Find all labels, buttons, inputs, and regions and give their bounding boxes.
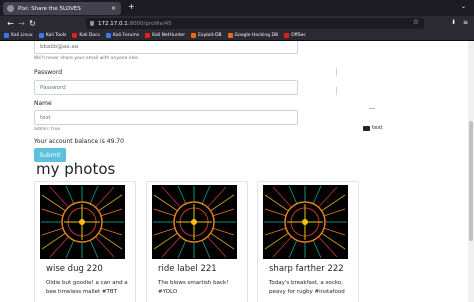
nethunter-icon (145, 33, 151, 38)
divider (336, 87, 337, 95)
photo-image (152, 185, 237, 259)
bookmark-google-hacking-db[interactable]: Google Hacking DB (227, 33, 278, 38)
photo-image (263, 185, 348, 259)
photo-card[interactable]: ride label 221 The blows smartish back! … (146, 181, 248, 302)
ghdb-icon (227, 33, 233, 38)
bookmark-kali-docs[interactable]: Kali Docs (72, 33, 100, 38)
bookmark-kali-nethunter[interactable]: Kali NetHunter (145, 33, 185, 38)
back-icon[interactable]: ← (5, 19, 16, 28)
bookmark-star-icon[interactable]: ☆ (413, 18, 419, 26)
email-field[interactable]: bbabb@aa.aa (34, 41, 298, 54)
photo-card[interactable]: wise dug 220 Oldie but goodie! a can and… (34, 181, 136, 302)
divider (369, 108, 375, 109)
photo-title: sharp farther 222 (269, 264, 344, 274)
id-card-icon (363, 125, 370, 131)
photo-caption: Oldie but goodie! a can and a bee timele… (46, 280, 128, 295)
bookmark-kali-linux[interactable]: Kali Linux (4, 33, 33, 38)
exploit-db-icon (191, 33, 197, 38)
downloads-icon[interactable]: ⬇ (451, 19, 456, 26)
name-label: Name (34, 100, 52, 107)
bookmark-offsec[interactable]: OffSec (284, 33, 306, 38)
tab-favicon-icon (7, 5, 14, 12)
page-content: bbabb@aa.aa We'll never share your email… (0, 41, 474, 302)
bookmarks-toolbar: Kali Linux Kali Tools Kali Docs Kali For… (0, 31, 474, 41)
photo-image (40, 185, 125, 259)
menu-icon[interactable]: ≡ (463, 19, 468, 26)
site-info-icon[interactable] (90, 21, 94, 26)
email-help-text: We'll never share your email with anyone… (34, 56, 140, 61)
toolbar-right: ⬇ ≡ (451, 19, 468, 26)
photo-caption: The blows smartish back! #YOLO (158, 280, 229, 295)
offsec-icon (284, 33, 290, 38)
list-all-tabs-icon[interactable]: ⌄ (461, 3, 466, 10)
divider (336, 68, 337, 76)
account-balance: Your account balance is 49.70 (34, 138, 124, 145)
bookmark-kali-tools[interactable]: Kali Tools (38, 33, 66, 38)
url-path: :8000/profile/45 (127, 20, 172, 27)
photo-card[interactable]: sharp farther 222 Today's breakfast, a s… (257, 181, 359, 302)
password-label: Password (34, 69, 63, 76)
photo-title: wise dug 220 (46, 264, 103, 274)
photo-title: ride label 221 (158, 264, 217, 274)
tab-close-icon[interactable]: × (111, 5, 116, 12)
reload-icon[interactable]: ↻ (27, 19, 38, 28)
tab-strip: Pixi: Share the 5LOVES × + ⌄ (0, 0, 474, 16)
url-host: 172.17.0.1 (98, 20, 128, 27)
forward-icon[interactable]: → (16, 19, 27, 28)
admin-note: admin: true (34, 127, 61, 132)
scrollbar-thumb[interactable] (469, 121, 473, 241)
bookmark-kali-forums[interactable]: Kali Forums (105, 33, 139, 38)
kali-icon (38, 33, 44, 38)
kali-icon (4, 33, 9, 38)
photo-caption: Today's breakfast, a socko, peavy for ru… (269, 280, 345, 295)
address-bar[interactable]: 172.17.0.1 :8000/profile/45 ☆ (86, 18, 424, 29)
photos-heading: my photos (36, 160, 116, 178)
kali-docs-icon (72, 33, 78, 38)
new-tab-icon[interactable]: + (128, 2, 135, 11)
tab-title: Pixi: Share the 5LOVES (18, 5, 81, 12)
test-link[interactable]: test (363, 125, 383, 131)
page-scrollbar[interactable] (468, 41, 474, 302)
password-field[interactable]: Password (34, 80, 298, 95)
navigation-toolbar: ← → ↻ 172.17.0.1 :8000/profile/45 ☆ ⬇ ≡ (0, 16, 474, 31)
bookmark-exploit-db[interactable]: Exploit-DB (191, 33, 222, 38)
browser-tab[interactable]: Pixi: Share the 5LOVES × (3, 2, 121, 15)
kali-icon (105, 33, 111, 38)
name-field[interactable]: test (34, 110, 298, 125)
